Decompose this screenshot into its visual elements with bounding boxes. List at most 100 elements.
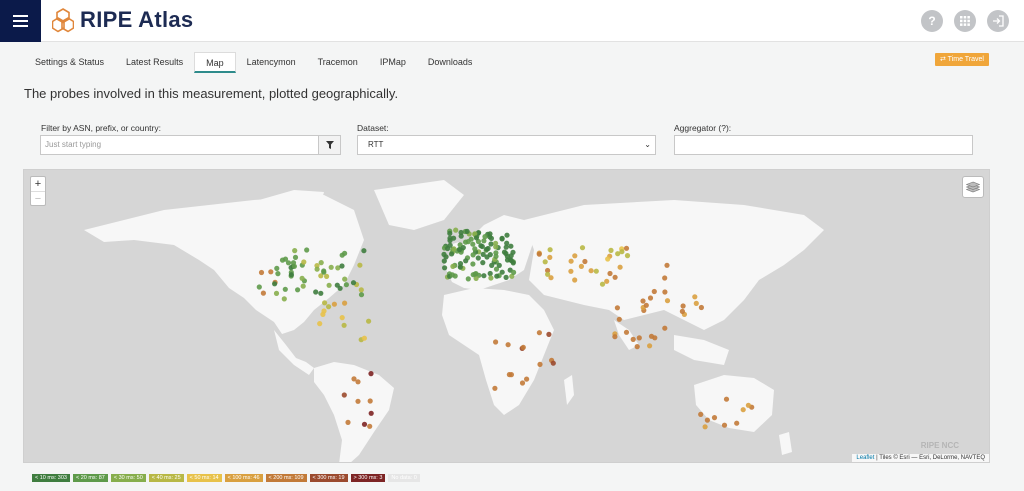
probe-marker[interactable] (608, 247, 614, 253)
probe-marker[interactable] (367, 423, 373, 429)
probe-marker[interactable] (723, 396, 730, 402)
probe-marker[interactable] (350, 280, 357, 286)
dataset-select[interactable]: RTT ⌄ (357, 135, 656, 155)
zoom-in-button[interactable]: + (31, 177, 45, 191)
probe-marker[interactable] (536, 330, 543, 336)
probe-marker[interactable] (342, 250, 348, 256)
probe-marker[interactable] (499, 236, 505, 242)
probe-marker[interactable] (460, 245, 466, 251)
ripe-atlas-logo[interactable]: RIPE Atlas (52, 7, 193, 33)
probe-marker[interactable] (508, 243, 514, 249)
probe-marker[interactable] (268, 269, 274, 275)
probe-marker[interactable] (313, 289, 319, 295)
probe-marker[interactable] (447, 237, 453, 244)
probe-marker[interactable] (711, 415, 718, 421)
probe-marker[interactable] (550, 360, 556, 366)
probe-marker[interactable] (292, 248, 298, 254)
probe-marker[interactable] (511, 269, 517, 275)
probe-marker[interactable] (367, 398, 373, 404)
probe-marker[interactable] (588, 268, 594, 274)
probe-marker[interactable] (612, 334, 618, 340)
probe-marker[interactable] (693, 300, 699, 306)
probe-marker[interactable] (368, 410, 374, 416)
filter-input[interactable]: Just start typing (40, 135, 319, 155)
tab-latest-results[interactable]: Latest Results (115, 52, 194, 73)
probe-marker[interactable] (740, 407, 746, 413)
probe-marker[interactable] (493, 253, 499, 259)
probe-marker[interactable] (368, 371, 374, 377)
probe-marker[interactable] (282, 286, 288, 292)
probe-marker[interactable] (326, 304, 332, 310)
probe-marker[interactable] (318, 260, 324, 266)
probe-marker[interactable] (504, 232, 510, 238)
probe-marker[interactable] (634, 344, 640, 350)
probe-marker[interactable] (493, 244, 499, 250)
probe-marker[interactable] (361, 335, 367, 341)
probe-marker[interactable] (507, 257, 513, 263)
probe-marker[interactable] (358, 292, 365, 298)
probe-marker[interactable] (505, 342, 511, 348)
probe-marker[interactable] (300, 283, 306, 289)
probe-marker[interactable] (442, 265, 448, 271)
probe-marker[interactable] (616, 316, 622, 322)
probe-marker[interactable] (463, 239, 469, 245)
probe-map[interactable]: + − RIPE NCC Leaflet | Tiles © Esri — Es… (23, 169, 990, 463)
probe-marker[interactable] (624, 253, 631, 259)
legend-item[interactable]: < 20 ms: 87 (72, 474, 108, 482)
probe-marker[interactable] (341, 392, 347, 398)
probe-marker[interactable] (488, 235, 494, 241)
probe-marker[interactable] (470, 272, 476, 278)
probe-marker[interactable] (692, 294, 698, 300)
probe-marker[interactable] (636, 335, 642, 341)
probe-marker[interactable] (258, 269, 265, 276)
probe-marker[interactable] (322, 300, 328, 306)
probe-marker[interactable] (536, 251, 542, 257)
probe-marker[interactable] (472, 246, 478, 252)
probe-marker[interactable] (640, 298, 646, 304)
probe-marker[interactable] (326, 282, 332, 288)
leaflet-link[interactable]: Leaflet (856, 455, 874, 461)
login-button[interactable] (987, 10, 1009, 32)
probe-marker[interactable] (572, 253, 578, 259)
probe-marker[interactable] (295, 287, 301, 293)
probe-marker[interactable] (481, 273, 487, 279)
probe-marker[interactable] (473, 235, 479, 241)
apps-button[interactable] (954, 10, 976, 32)
probe-marker[interactable] (274, 265, 280, 271)
legend-item[interactable]: < 50 ms: 14 (186, 474, 222, 482)
probe-marker[interactable] (680, 303, 686, 309)
probe-marker[interactable] (582, 258, 588, 265)
probe-marker[interactable] (487, 270, 493, 277)
probe-marker[interactable] (291, 263, 297, 269)
probe-marker[interactable] (279, 257, 286, 263)
probe-marker[interactable] (339, 315, 345, 321)
probe-marker[interactable] (579, 245, 586, 251)
probe-marker[interactable] (318, 290, 324, 296)
probe-marker[interactable] (488, 275, 494, 281)
probe-marker[interactable] (647, 343, 653, 349)
layers-button[interactable] (962, 176, 984, 198)
probe-marker[interactable] (361, 248, 367, 254)
probe-marker[interactable] (630, 336, 636, 342)
probe-marker[interactable] (357, 262, 363, 268)
probe-marker[interactable] (623, 329, 630, 335)
probe-marker[interactable] (547, 247, 553, 253)
probe-marker[interactable] (447, 230, 453, 236)
probe-marker[interactable] (321, 269, 327, 275)
probe-marker[interactable] (664, 262, 670, 268)
probe-marker[interactable] (662, 325, 668, 331)
probe-marker[interactable] (288, 272, 294, 278)
probe-marker[interactable] (548, 275, 554, 281)
probe-marker[interactable] (546, 331, 552, 337)
filter-button[interactable] (318, 135, 341, 155)
probe-marker[interactable] (470, 252, 476, 258)
probe-marker[interactable] (331, 301, 337, 307)
probe-marker[interactable] (647, 295, 654, 301)
probe-marker[interactable] (449, 251, 455, 257)
probe-marker[interactable] (314, 266, 320, 272)
probe-marker[interactable] (273, 290, 280, 296)
probe-marker[interactable] (503, 244, 509, 250)
probe-marker[interactable] (519, 380, 526, 386)
tab-tracemon[interactable]: Tracemon (307, 52, 369, 73)
probe-marker[interactable] (275, 271, 281, 277)
